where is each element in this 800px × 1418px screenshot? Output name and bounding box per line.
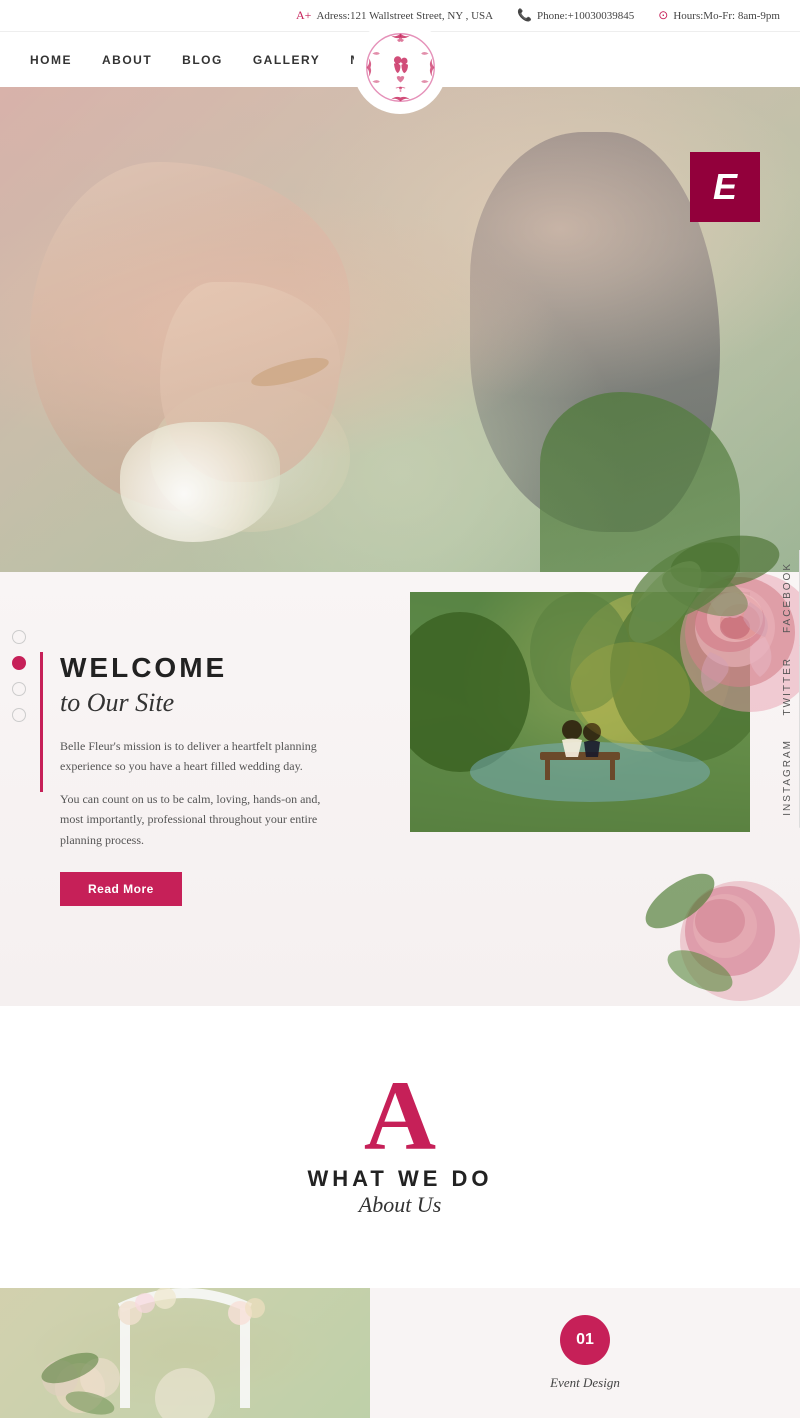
nav-links: HOME ABOUT BLOG GALLERY MORE ▾ [30, 53, 401, 67]
dot-4[interactable] [12, 708, 26, 722]
hours-icon: ⊙ [658, 8, 668, 23]
hero-background [0, 82, 800, 572]
read-more-button[interactable]: Read More [60, 872, 182, 906]
address-icon: A+ [296, 8, 311, 23]
service-number: 01 [560, 1315, 610, 1365]
about-us-subheading: About Us [20, 1192, 780, 1218]
logo[interactable] [355, 22, 445, 112]
decorative-letter: A [20, 1066, 780, 1166]
facebook-link[interactable]: FACEBOOK [776, 550, 800, 645]
twitter-link[interactable]: TWITTER [776, 645, 800, 727]
floral-photo [0, 1288, 370, 1418]
service-item: 01 Event Design [370, 1288, 800, 1418]
nav-blog[interactable]: BLOG [182, 53, 223, 67]
logo-svg [363, 30, 438, 105]
bottom-section: 01 Event Design [0, 1288, 800, 1418]
hours-item: ⊙ Hours:Mo-Fr: 8am-9pm [658, 8, 780, 23]
page-dots [12, 630, 26, 722]
welcome-paragraph-1: Belle Fleur's mission is to deliver a he… [60, 736, 340, 777]
leaves-decor [605, 522, 800, 722]
phone-text: Phone:+10030039845 [537, 10, 634, 22]
instagram-link[interactable]: INSTAGRAM [776, 727, 800, 828]
red-accent-line [40, 652, 43, 792]
what-we-do-section: A WHAT WE DO About Us [0, 1006, 800, 1288]
address-item: A+ Adress:121 Wallstreet Street, NY , US… [296, 8, 493, 23]
address-text: Adress:121 Wallstreet Street, NY , USA [316, 10, 493, 22]
dot-2[interactable] [12, 656, 26, 670]
floral-scene [0, 1288, 370, 1418]
social-sidebar: FACEBOOK TWITTER INSTAGRAM [776, 550, 800, 828]
nav-home[interactable]: HOME [30, 53, 72, 67]
service-label: Event Design [550, 1375, 620, 1391]
elementor-badge[interactable]: E [690, 152, 760, 222]
what-we-do-heading: WHAT WE DO [20, 1166, 780, 1192]
nav-gallery[interactable]: GALLERY [253, 53, 320, 67]
hours-text: Hours:Mo-Fr: 8am-9pm [673, 10, 780, 22]
dot-1[interactable] [12, 630, 26, 644]
phone-icon: 📞 [517, 8, 532, 23]
dot-3[interactable] [12, 682, 26, 696]
navbar: HOME ABOUT BLOG GALLERY MORE ▾ [0, 32, 800, 87]
phone-item: 📞 Phone:+10030039845 [517, 8, 634, 23]
welcome-paragraph-2: You can count on us to be calm, loving, … [60, 789, 340, 850]
hero-section: E [0, 82, 800, 572]
elementor-icon: E [713, 166, 737, 208]
nav-about[interactable]: ABOUT [102, 53, 152, 67]
